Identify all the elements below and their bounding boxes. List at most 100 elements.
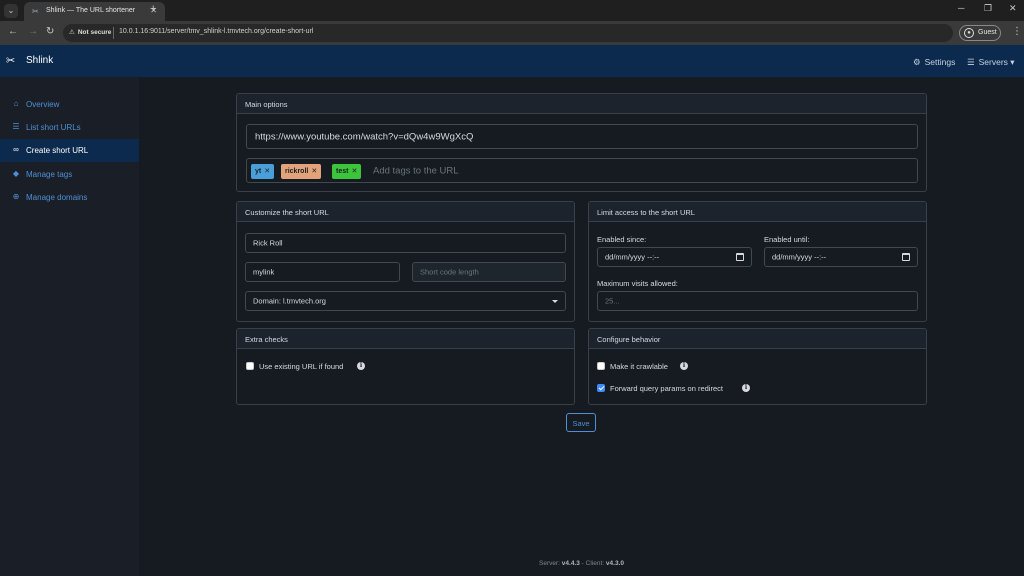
servers-dropdown[interactable]: ☰ Servers ▾ bbox=[967, 57, 1015, 68]
enabled-since-label: Enabled since: bbox=[597, 235, 647, 244]
brand-name[interactable]: Shlink bbox=[26, 55, 53, 66]
card-title: Main options bbox=[245, 100, 288, 109]
profile-label: Guest bbox=[978, 29, 997, 36]
reload-icon[interactable]: ↻ bbox=[46, 26, 54, 37]
card-header: Main options bbox=[237, 94, 926, 114]
house-icon: ⌂ bbox=[13, 99, 19, 108]
enabled-until-input[interactable]: dd/mm/yyyy --:-- bbox=[764, 247, 918, 267]
back-icon[interactable]: ← bbox=[8, 26, 18, 37]
app-header: ✂ Shlink ⚙ Settings ☰ Servers ▾ bbox=[0, 45, 1024, 77]
card-title: Extra checks bbox=[245, 335, 288, 344]
tag-label: rickroll bbox=[285, 168, 309, 175]
info-icon[interactable]: i bbox=[357, 362, 365, 370]
settings-link[interactable]: ⚙ Settings bbox=[913, 57, 955, 68]
use-existing-checkbox[interactable] bbox=[246, 362, 254, 370]
shlink-logo-icon[interactable]: ✂ bbox=[6, 54, 20, 68]
main-options-card: Main options https://www.youtube.com/wat… bbox=[236, 93, 927, 192]
browser-tab[interactable]: ✂ Shlink — The URL shortener ✕ bbox=[24, 2, 165, 21]
address-bar[interactable]: ⚠ Not secure 10.0.1.16:9011/server/tmv_sh… bbox=[63, 24, 953, 42]
tags-placeholder: Add tags to the URL bbox=[373, 165, 459, 176]
info-icon[interactable]: i bbox=[680, 362, 688, 370]
sidebar-item-label: Manage domains bbox=[26, 193, 88, 202]
warning-icon: ⚠ bbox=[69, 29, 75, 36]
tab-title: Shlink — The URL shortener bbox=[46, 7, 136, 14]
customize-card: Customize the short URL Rick Roll mylink… bbox=[236, 201, 575, 322]
save-button[interactable]: Save bbox=[566, 413, 596, 432]
new-tab-icon[interactable]: + bbox=[150, 3, 156, 15]
main-content: Main options https://www.youtube.com/wat… bbox=[139, 77, 1024, 576]
limit-access-card: Limit access to the short URL Enabled si… bbox=[588, 201, 927, 322]
version-footer: Server: v4.4.3 - Client: v4.3.0 bbox=[139, 560, 1024, 567]
card-header: Configure behavior bbox=[589, 329, 926, 349]
sidebar-item-overview[interactable]: ⌂ Overview bbox=[0, 93, 139, 116]
sidebar-item-label: Overview bbox=[26, 100, 60, 109]
tag-label: test bbox=[336, 168, 349, 175]
server-icon: ☰ bbox=[967, 57, 975, 67]
window-close-icon[interactable]: ✕ bbox=[1009, 3, 1017, 14]
forward-icon[interactable]: → bbox=[28, 26, 38, 37]
sidebar-item-label: List short URLs bbox=[26, 123, 81, 132]
server-prefix: Server: bbox=[539, 560, 560, 567]
configure-behavior-card: Configure behavior Make it crawlable i F… bbox=[588, 328, 927, 405]
enabled-since-input[interactable]: dd/mm/yyyy --:-- bbox=[597, 247, 752, 267]
max-visits-input[interactable]: 25... bbox=[597, 291, 918, 311]
info-icon[interactable]: i bbox=[742, 384, 750, 392]
domain-select-value: Domain: l.tmvtech.org bbox=[253, 296, 326, 306]
extra-checks-card: Extra checks Use existing URL if found i bbox=[236, 328, 575, 405]
client-prefix: Client: bbox=[585, 560, 605, 567]
title-input[interactable]: Rick Roll bbox=[245, 233, 566, 253]
sidebar-item-create-short-url[interactable]: ∞ Create short URL bbox=[0, 139, 139, 162]
calendar-icon[interactable] bbox=[736, 253, 744, 261]
sidebar-item-label: Create short URL bbox=[26, 146, 89, 155]
sidebar-item-list-short-urls[interactable]: ☰ List short URLs bbox=[0, 116, 139, 139]
crawlable-checkbox[interactable] bbox=[597, 362, 605, 370]
sidebar-item-manage-domains[interactable]: ⊕ Manage domains bbox=[0, 186, 139, 209]
long-url-value: https://www.youtube.com/watch?v=dQw4w9Wg… bbox=[255, 131, 474, 142]
person-icon: ● bbox=[964, 28, 974, 38]
title-value: Rick Roll bbox=[253, 238, 283, 248]
minimize-icon[interactable]: ─ bbox=[958, 3, 964, 13]
card-title: Customize the short URL bbox=[245, 208, 329, 217]
custom-slug-input[interactable]: mylink bbox=[245, 262, 400, 282]
tags-icon: ◆ bbox=[12, 169, 20, 178]
sidebar-item-label: Manage tags bbox=[26, 170, 73, 179]
maximize-icon[interactable]: ❐ bbox=[984, 3, 992, 14]
security-label: Not secure bbox=[77, 29, 112, 36]
max-visits-label: Maximum visits allowed: bbox=[597, 279, 678, 288]
card-title: Limit access to the short URL bbox=[597, 208, 695, 217]
save-label: Save bbox=[572, 419, 590, 428]
sidebar-item-manage-tags[interactable]: ◆ Manage tags bbox=[0, 163, 139, 186]
globe-icon: ⊕ bbox=[12, 192, 20, 201]
security-indicator[interactable]: ⚠ Not secure bbox=[69, 28, 111, 36]
long-url-input[interactable]: https://www.youtube.com/watch?v=dQw4w9Wg… bbox=[246, 124, 918, 149]
tag-remove-icon[interactable]: ✕ bbox=[264, 168, 270, 175]
crawlable-label[interactable]: Make it crawlable bbox=[610, 362, 668, 371]
caret-down-icon: ▾ bbox=[1010, 57, 1015, 67]
short-code-length-input[interactable]: Short code length bbox=[412, 262, 566, 282]
client-version: v4.3.0 bbox=[605, 560, 624, 567]
forward-query-label[interactable]: Forward query params on redirect bbox=[610, 384, 723, 393]
tag-label: yt bbox=[255, 168, 262, 175]
use-existing-label[interactable]: Use existing URL if found bbox=[259, 362, 343, 371]
calendar-icon[interactable] bbox=[902, 253, 910, 261]
link-icon: ∞ bbox=[13, 145, 19, 154]
short-code-length-placeholder: Short code length bbox=[420, 267, 479, 277]
browser-menu-icon[interactable]: ⋮ bbox=[1012, 26, 1022, 37]
tag-remove-icon[interactable]: ✕ bbox=[351, 168, 357, 175]
profile-button[interactable]: ● Guest bbox=[959, 25, 1001, 41]
tags-input[interactable]: yt ✕ rickroll ✕ test ✕ Add tags to the URL bbox=[246, 158, 918, 183]
domain-select[interactable]: Domain: l.tmvtech.org bbox=[245, 291, 566, 311]
tag-remove-icon[interactable]: ✕ bbox=[311, 168, 317, 175]
url-separator bbox=[113, 27, 114, 39]
list-icon: ☰ bbox=[12, 122, 20, 131]
select-caret-icon bbox=[552, 300, 558, 303]
browser-tabstrip: ⌄ ✂ Shlink — The URL shortener ✕ + ─ ❐ ✕ bbox=[0, 0, 1024, 21]
tab-search-icon[interactable]: ⌄ bbox=[4, 4, 18, 18]
url-text[interactable]: 10.0.1.16:9011/server/tmv_shlink-l.tmvte… bbox=[119, 28, 313, 35]
forward-query-checkbox[interactable] bbox=[597, 384, 605, 392]
tag-chip: yt ✕ bbox=[251, 164, 275, 179]
tag-chip: test ✕ bbox=[332, 164, 362, 179]
card-title: Configure behavior bbox=[597, 335, 661, 344]
server-version: v4.4.3 bbox=[561, 560, 580, 567]
gears-icon: ⚙ bbox=[913, 57, 921, 67]
